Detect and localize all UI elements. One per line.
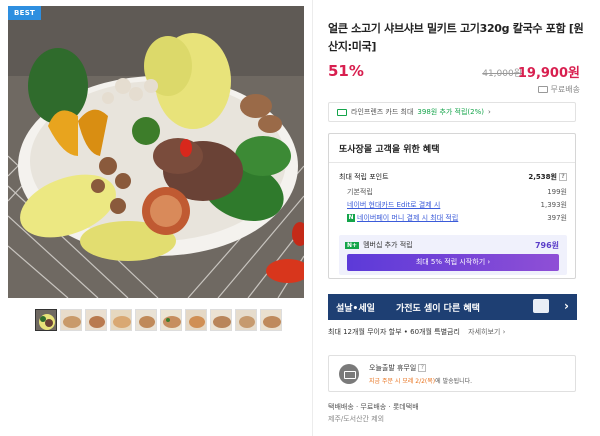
shipping-text: 무료배송 <box>550 85 580 94</box>
benefit-divider <box>329 162 575 163</box>
thumbnail-9[interactable] <box>235 309 257 331</box>
benefit-panel: 또사장몰 고객을 위한 혜택 최대 적립 포인트 2,538원? 기본적립 19… <box>328 133 576 279</box>
delivery-icon <box>339 364 359 384</box>
card-icon <box>337 108 347 116</box>
basic-points-label: 기본적립 <box>347 188 373 196</box>
membership-box: N+ 멤버십 추가 적립 796원 최대 5% 적립 시작하기 › <box>339 235 567 275</box>
banner-middle-text: 가전도 셈이 다른 혜택 <box>396 304 480 314</box>
shipping-schedule-box: 오늘출발 휴무일? 지금 주문 시 모레 2/2(목)에 발송됩니다. <box>328 355 576 392</box>
banner-left-text: 설날•세일 <box>336 304 375 314</box>
sale-price: 19,900원 <box>517 66 580 81</box>
installment-text: 최대 12개월 무이자 할부 • 60개월 특별금리 <box>328 328 460 336</box>
product-main-image <box>8 6 304 298</box>
hyundai-card-label[interactable]: 네이버 현대카드 Edit로 결제 시 <box>347 200 440 210</box>
hyundai-card-row[interactable]: 네이버 현대카드 Edit로 결제 시 1,393원 <box>339 200 567 212</box>
naverpay-row[interactable]: N 네이버페이 머니 결제 시 최대 적립 397원 <box>339 213 567 225</box>
hyundai-card-value: 1,393원 <box>540 201 567 209</box>
naverpay-value: 397원 <box>547 214 567 222</box>
shipping-label: 무료배송 <box>537 84 580 95</box>
thumbnail-8[interactable] <box>210 309 232 331</box>
chevron-right-icon: › <box>488 108 491 116</box>
shipping-schedule-note: 지금 주문 시 모레 2/2(목)에 발송됩니다. <box>369 376 472 385</box>
truck-icon <box>537 86 548 93</box>
chevron-right-icon: › <box>564 299 569 313</box>
best-badge: BEST <box>8 6 42 20</box>
discount-rate: 51% <box>328 62 364 80</box>
product-title: 얼큰 소고기 샤브샤브 밀키트 고기320g 칼국수 포함 [원산지:미국] <box>328 22 584 53</box>
thumbnail-1[interactable] <box>35 309 57 331</box>
thumbnail-6[interactable] <box>160 309 182 331</box>
question-icon[interactable]: ? <box>559 173 567 181</box>
shipping-highlight: 지금 주문 시 모레 2/2(목) <box>369 378 436 385</box>
max-points-label: 최대 적립 포인트 <box>339 173 389 181</box>
benefit-title: 또사장몰 고객을 위한 혜택 <box>339 145 440 155</box>
basic-points-row: 기본적립 199원 <box>339 187 567 199</box>
delivery-info: 택배배송 · 무료배송 · 롯데택배 제주/도서산간 제외 <box>328 401 419 425</box>
shipping-schedule-title: 오늘출발 휴무일? <box>369 363 427 373</box>
thumbnail-10[interactable] <box>260 309 282 331</box>
basic-points-value: 199원 <box>547 188 567 196</box>
column-divider <box>312 0 313 436</box>
delivery-line-1: 택배배송 · 무료배송 · 롯데택배 <box>328 403 419 411</box>
thumbnail-2[interactable] <box>60 309 82 331</box>
card-promo-banner[interactable]: 라인프렌즈 카드 최대 398원 추가 적립(2%) › <box>328 102 576 122</box>
membership-amount: 796원 <box>534 241 559 250</box>
shopping-bag-icon <box>533 299 549 313</box>
question-icon[interactable]: ? <box>418 364 427 372</box>
thumbnail-4[interactable] <box>110 309 132 331</box>
max-points-value: 2,538원 <box>528 173 557 181</box>
naverpay-label[interactable]: 네이버페이 머니 결제 시 최대 적립 <box>357 214 458 222</box>
nplus-badge: N+ <box>345 241 360 249</box>
thumbnail-7[interactable] <box>185 309 207 331</box>
installment-info: 최대 12개월 무이자 할부 • 60개월 특별금리 자세히보기 › <box>328 327 505 337</box>
shipping-suffix: 에 발송됩니다. <box>435 378 473 385</box>
max-points-row: 최대 적립 포인트 2,538원? <box>339 172 567 184</box>
naverpay-icon: N <box>347 214 355 222</box>
thumbnail-3[interactable] <box>85 309 107 331</box>
promo-banner[interactable]: 설날•세일 가전도 셈이 다른 혜택 › <box>328 294 577 320</box>
price-row: 51% 41,000원 19,900원 <box>328 60 580 82</box>
card-promo-prefix: 라인프렌즈 카드 최대 <box>351 108 414 116</box>
thumbnail-strip <box>35 309 282 331</box>
start-membership-button[interactable]: 최대 5% 적립 시작하기 › <box>347 254 559 271</box>
thumbnail-5[interactable] <box>135 309 157 331</box>
card-promo-highlight: 398원 추가 적립(2%) <box>417 108 484 116</box>
delivery-line-2: 제주/도서산간 제외 <box>328 415 385 423</box>
original-price: 41,000원 <box>482 69 522 79</box>
membership-label: 멤버십 추가 적립 <box>363 241 413 249</box>
installment-more-link[interactable]: 자세히보기 › <box>468 328 505 336</box>
